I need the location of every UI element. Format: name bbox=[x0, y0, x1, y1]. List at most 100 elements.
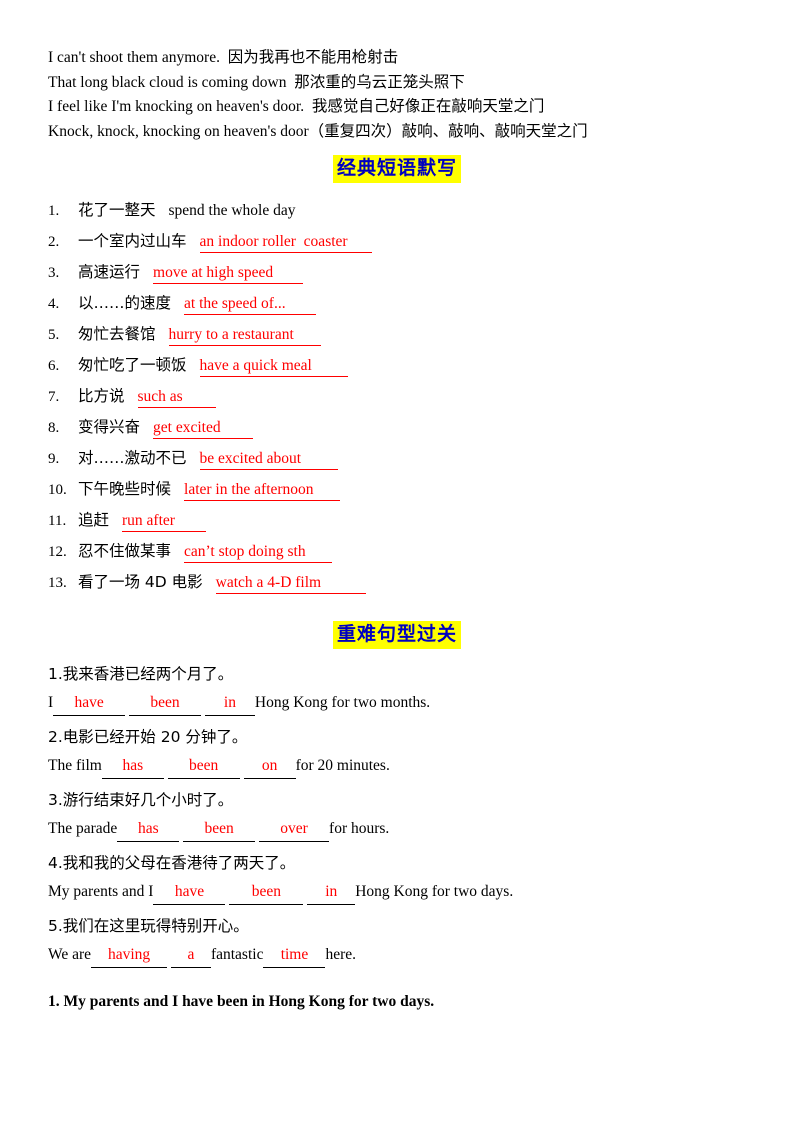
sentence-text: The parade bbox=[48, 820, 118, 837]
phrase-chinese: 以……的速度 bbox=[78, 294, 172, 312]
phrase-answer[interactable]: run after bbox=[122, 512, 207, 532]
phrase-number: 3. bbox=[48, 265, 60, 281]
phrase-row: 13. 看了一场 4D 电影 watch a 4-D film bbox=[48, 570, 748, 601]
lyric-line: I feel like I'm knocking on heaven's doo… bbox=[48, 98, 545, 115]
phrase-number: 9. bbox=[48, 451, 60, 467]
sentence-text: fantastic bbox=[210, 946, 264, 963]
section-heading-phrases-label: 经典短语默写 bbox=[332, 155, 461, 183]
lyrics-block: I can't shoot them anymore. 因为我再也不能用枪射击 … bbox=[48, 46, 748, 144]
phrase-chinese: 高速运行 bbox=[78, 263, 141, 281]
sentence-blank-answer[interactable]: been bbox=[183, 818, 256, 842]
sentence-blank-answer[interactable]: over bbox=[259, 818, 330, 842]
sentence-chinese: 3.游行结束好几个小时了。 bbox=[48, 791, 234, 809]
phrase-answer[interactable]: can’t stop doing sth bbox=[184, 543, 333, 563]
sentence-chinese: 1.我来香港已经两个月了。 bbox=[48, 665, 234, 683]
sentence-blank-answer[interactable]: time bbox=[263, 944, 326, 968]
sentence-blank-answer[interactable]: having bbox=[91, 944, 168, 968]
sentence-text: here. bbox=[325, 946, 357, 963]
sentence-english: The parade has been over for hours. bbox=[48, 818, 758, 852]
phrase-row: 3. 高速运行 move at high speed bbox=[48, 260, 748, 291]
section-heading-phrases: 经典短语默写 bbox=[0, 155, 794, 183]
phrase-row: 2. 一个室内过山车 an indoor roller coaster bbox=[48, 229, 748, 260]
phrase-row: 11. 追赶 run after bbox=[48, 508, 748, 539]
phrase-answer[interactable]: an indoor roller coaster bbox=[199, 233, 372, 253]
sentence-text: for hours. bbox=[329, 820, 390, 837]
sentence-blank-answer[interactable]: on bbox=[243, 755, 296, 779]
phrase-chinese: 对……激动不已 bbox=[78, 449, 187, 467]
phrase-row: 1. 花了一整天 spend the whole day bbox=[48, 198, 748, 229]
sentence-text: Hong Kong for two days. bbox=[355, 883, 514, 900]
phrase-answer[interactable]: later in the afternoon bbox=[184, 481, 341, 501]
sentence-blank-answer[interactable]: been bbox=[167, 755, 240, 779]
phrase-row: 5. 匆忙去餐馆 hurry to a restaurant bbox=[48, 322, 748, 353]
phrase-chinese: 变得兴奋 bbox=[78, 418, 141, 436]
phrase-row: 6. 匆忙吃了一顿饭 have a quick meal bbox=[48, 353, 748, 384]
phrase-number: 13. bbox=[48, 575, 67, 591]
sentence-text: for 20 minutes. bbox=[295, 757, 390, 774]
sentence-blank-answer[interactable]: has bbox=[101, 755, 164, 779]
phrase-number: 2. bbox=[48, 234, 60, 250]
phrase-number: 7. bbox=[48, 389, 60, 405]
phrase-row: 10. 下午晚些时候 later in the afternoon bbox=[48, 477, 748, 508]
final-answer-line: 1. My parents and I have been in Hong Ko… bbox=[48, 993, 435, 1010]
worksheet-page: I can't shoot them anymore. 因为我再也不能用枪射击 … bbox=[0, 0, 794, 1123]
sentence-blank-answer[interactable]: a bbox=[170, 944, 211, 968]
phrase-number: 10. bbox=[48, 482, 67, 498]
phrase-row: 12. 忍不住做某事 can’t stop doing sth bbox=[48, 539, 748, 570]
phrase-chinese: 看了一场 4D 电影 bbox=[78, 573, 203, 591]
phrase-number: 12. bbox=[48, 544, 67, 560]
sentence-english: My parents and Ihave been in Hong Kong fo… bbox=[48, 881, 758, 915]
phrase-row: 8. 变得兴奋 get excited bbox=[48, 415, 748, 446]
phrase-answer[interactable]: move at high speed bbox=[153, 264, 304, 284]
sentence-blank-answer[interactable]: been bbox=[229, 881, 304, 905]
phrase-answer[interactable]: have a quick meal bbox=[199, 357, 348, 377]
phrase-number: 6. bbox=[48, 358, 60, 374]
sentence-text: We are bbox=[48, 946, 92, 963]
phrase-answer[interactable]: get excited bbox=[153, 419, 254, 439]
phrase-chinese: 匆忙吃了一顿饭 bbox=[78, 356, 187, 374]
phrase-row: 4. 以……的速度 at the speed of... bbox=[48, 291, 748, 322]
phrase-answer[interactable]: watch a 4-D film bbox=[215, 574, 366, 594]
sentence-blank-answer[interactable]: in bbox=[307, 881, 356, 905]
lyric-line: That long black cloud is coming down 那浓重… bbox=[48, 73, 465, 91]
phrase-answer[interactable]: be excited about bbox=[199, 450, 338, 470]
section-heading-sentences-label: 重难句型过关 bbox=[332, 621, 461, 649]
sentence-chinese: 5.我们在这里玩得特别开心。 bbox=[48, 917, 249, 935]
phrase-chinese: 追赶 bbox=[78, 511, 110, 529]
phrase-row: 7. 比方说 such as bbox=[48, 384, 748, 415]
phrase-chinese: 花了一整天 bbox=[78, 201, 156, 219]
sentence-blank-answer[interactable]: have bbox=[53, 692, 126, 716]
sentence-english: Ihave been in Hong Kong for two months. bbox=[48, 692, 758, 726]
phrase-number: 8. bbox=[48, 420, 60, 436]
phrase-chinese: 一个室内过山车 bbox=[78, 232, 187, 250]
sentence-blank-answer[interactable]: in bbox=[204, 692, 255, 716]
phrase-chinese: 比方说 bbox=[78, 387, 125, 405]
phrase-chinese: 匆忙去餐馆 bbox=[78, 325, 156, 343]
sentence-exercise-list: 1.我来香港已经两个月了。 Ihave been in Hong Kong for … bbox=[48, 663, 758, 978]
phrase-number: 11. bbox=[48, 513, 67, 529]
section-heading-sentences: 重难句型过关 bbox=[0, 621, 794, 649]
lyric-line: I can't shoot them anymore. 因为我再也不能用枪射击 bbox=[48, 49, 399, 66]
sentence-text: Hong Kong for two months. bbox=[254, 694, 431, 711]
phrase-number: 5. bbox=[48, 327, 60, 343]
phrase-answer[interactable]: such as bbox=[137, 388, 216, 408]
phrase-row: 9. 对……激动不已 be excited about bbox=[48, 446, 748, 477]
sentence-text: My parents and I bbox=[48, 883, 154, 900]
phrase-number: 1. bbox=[48, 203, 60, 219]
sentence-blank-answer[interactable]: been bbox=[129, 692, 202, 716]
phrase-answer[interactable]: spend the whole day bbox=[169, 202, 296, 221]
sentence-english: The film has been on for 20 minutes. bbox=[48, 755, 758, 789]
sentence-chinese: 4.我和我的父母在香港待了两天了。 bbox=[48, 854, 296, 872]
sentence-blank-answer[interactable]: has bbox=[117, 818, 180, 842]
sentence-english: We are having a fantastic time here. bbox=[48, 944, 758, 978]
phrase-number: 4. bbox=[48, 296, 60, 312]
lyric-line: Knock, knock, knocking on heaven's door（… bbox=[48, 122, 588, 140]
sentence-text: The film bbox=[48, 757, 102, 774]
phrase-answer[interactable]: at the speed of... bbox=[184, 295, 317, 315]
phrase-answer[interactable]: hurry to a restaurant bbox=[168, 326, 321, 346]
phrase-dictation-list: 1. 花了一整天 spend the whole day 2. 一个室内过山车 an in… bbox=[48, 198, 748, 601]
sentence-blank-answer[interactable]: have bbox=[153, 881, 226, 905]
phrase-chinese: 忍不住做某事 bbox=[78, 542, 172, 560]
phrase-chinese: 下午晚些时候 bbox=[78, 480, 172, 498]
sentence-chinese: 2.电影已经开始 20 分钟了。 bbox=[48, 728, 248, 746]
